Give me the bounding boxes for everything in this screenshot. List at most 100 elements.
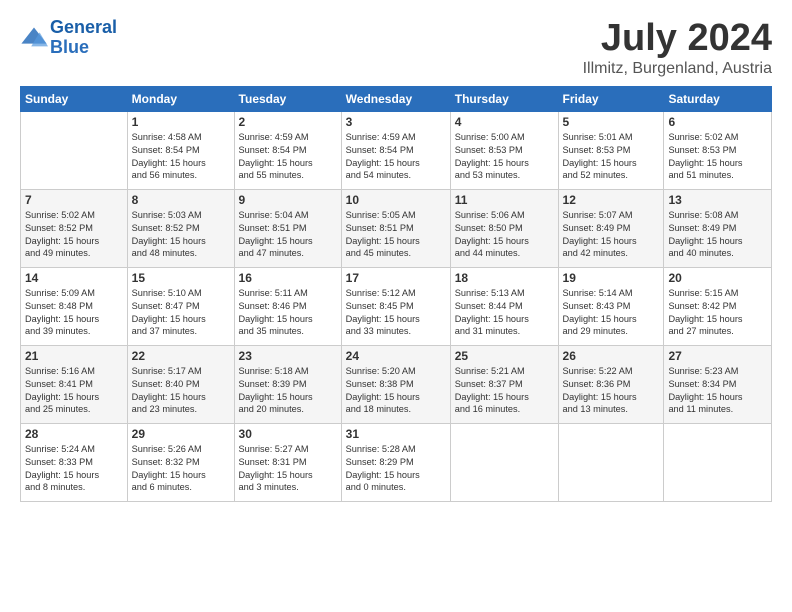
calendar-cell: 12Sunrise: 5:07 AM Sunset: 8:49 PM Dayli… [558, 189, 664, 267]
calendar-week-row: 1 Sunrise: 4:58 AM Sunset: 8:54 PM Daylig… [21, 111, 772, 189]
calendar-week-row: 7 Sunrise: 5:02 AM Sunset: 8:52 PM Daylig… [21, 189, 772, 267]
day-number: 26 [563, 349, 660, 363]
calendar-week-row: 21 Sunrise: 5:16 AM Sunset: 8:41 PM Dayli… [21, 345, 772, 423]
calendar-title: July 2024 [583, 18, 772, 60]
day-info: Sunrise: 5:14 AM Sunset: 8:43 PM Dayligh… [563, 287, 660, 339]
day-info: Sunrise: 5:00 AM Sunset: 8:53 PM Dayligh… [455, 131, 554, 183]
day-number: 19 [563, 271, 660, 285]
day-info: Sunrise: 5:24 AM Sunset: 8:33 PM Dayligh… [25, 443, 123, 495]
day-number: 13 [668, 193, 767, 207]
day-number: 17 [346, 271, 446, 285]
calendar-cell: 1 Sunrise: 4:58 AM Sunset: 8:54 PM Daylig… [127, 111, 234, 189]
calendar-cell: 11 Sunrise: 5:06 AM Sunset: 8:50 PM Dayli… [450, 189, 558, 267]
calendar-cell: 22Sunrise: 5:17 AM Sunset: 8:40 PM Dayli… [127, 345, 234, 423]
col-tuesday: Tuesday [234, 86, 341, 111]
day-number: 11 [455, 193, 554, 207]
calendar-cell [450, 423, 558, 501]
day-info: Sunrise: 5:03 AM Sunset: 8:52 PM Dayligh… [132, 209, 230, 261]
day-info: Sunrise: 5:11 AM Sunset: 8:46 PM Dayligh… [239, 287, 337, 339]
calendar-cell: 21 Sunrise: 5:16 AM Sunset: 8:41 PM Dayli… [21, 345, 128, 423]
day-info: Sunrise: 5:16 AM Sunset: 8:41 PM Dayligh… [25, 365, 123, 417]
day-number: 30 [239, 427, 337, 441]
day-number: 3 [346, 115, 446, 129]
calendar-cell: 18 Sunrise: 5:13 AM Sunset: 8:44 PM Dayli… [450, 267, 558, 345]
day-info: Sunrise: 5:13 AM Sunset: 8:44 PM Dayligh… [455, 287, 554, 339]
day-number: 20 [668, 271, 767, 285]
day-info: Sunrise: 5:10 AM Sunset: 8:47 PM Dayligh… [132, 287, 230, 339]
calendar-cell: 29Sunrise: 5:26 AM Sunset: 8:32 PM Dayli… [127, 423, 234, 501]
day-info: Sunrise: 5:20 AM Sunset: 8:38 PM Dayligh… [346, 365, 446, 417]
day-number: 31 [346, 427, 446, 441]
calendar-cell: 26 Sunrise: 5:22 AM Sunset: 8:36 PM Dayli… [558, 345, 664, 423]
day-info: Sunrise: 5:02 AM Sunset: 8:53 PM Dayligh… [668, 131, 767, 183]
day-info: Sunrise: 5:17 AM Sunset: 8:40 PM Dayligh… [132, 365, 230, 417]
day-number: 5 [563, 115, 660, 129]
title-block: July 2024 Illmitz, Burgenland, Austria [583, 18, 772, 78]
day-info: Sunrise: 5:12 AM Sunset: 8:45 PM Dayligh… [346, 287, 446, 339]
calendar-cell: 5 Sunrise: 5:01 AM Sunset: 8:53 PM Daylig… [558, 111, 664, 189]
day-info: Sunrise: 5:07 AM Sunset: 8:49 PM Dayligh… [563, 209, 660, 261]
day-number: 4 [455, 115, 554, 129]
day-number: 24 [346, 349, 446, 363]
calendar-cell [21, 111, 128, 189]
day-info: Sunrise: 5:28 AM Sunset: 8:29 PM Dayligh… [346, 443, 446, 495]
calendar-subtitle: Illmitz, Burgenland, Austria [583, 60, 772, 78]
col-thursday: Thursday [450, 86, 558, 111]
day-number: 10 [346, 193, 446, 207]
day-info: Sunrise: 5:22 AM Sunset: 8:36 PM Dayligh… [563, 365, 660, 417]
calendar-cell: 13 Sunrise: 5:08 AM Sunset: 8:49 PM Dayli… [664, 189, 772, 267]
col-wednesday: Wednesday [341, 86, 450, 111]
calendar-cell: 17 Sunrise: 5:12 AM Sunset: 8:45 PM Dayli… [341, 267, 450, 345]
calendar-cell: 27 Sunrise: 5:23 AM Sunset: 8:34 PM Dayli… [664, 345, 772, 423]
logo-text: General Blue [50, 18, 117, 58]
day-info: Sunrise: 5:23 AM Sunset: 8:34 PM Dayligh… [668, 365, 767, 417]
day-number: 15 [132, 271, 230, 285]
calendar-header-row: Sunday Monday Tuesday Wednesday Thursday… [21, 86, 772, 111]
col-monday: Monday [127, 86, 234, 111]
calendar-cell: 9Sunrise: 5:04 AM Sunset: 8:51 PM Daylig… [234, 189, 341, 267]
calendar-cell: 24 Sunrise: 5:20 AM Sunset: 8:38 PM Dayli… [341, 345, 450, 423]
calendar-cell: 20Sunrise: 5:15 AM Sunset: 8:42 PM Dayli… [664, 267, 772, 345]
col-sunday: Sunday [21, 86, 128, 111]
header: General Blue July 2024 Illmitz, Burgenla… [20, 18, 772, 78]
day-info: Sunrise: 5:06 AM Sunset: 8:50 PM Dayligh… [455, 209, 554, 261]
day-number: 21 [25, 349, 123, 363]
day-info: Sunrise: 4:58 AM Sunset: 8:54 PM Dayligh… [132, 131, 230, 183]
calendar-cell: 7 Sunrise: 5:02 AM Sunset: 8:52 PM Daylig… [21, 189, 128, 267]
calendar-table: Sunday Monday Tuesday Wednesday Thursday… [20, 86, 772, 502]
calendar-cell: 6Sunrise: 5:02 AM Sunset: 8:53 PM Daylig… [664, 111, 772, 189]
day-number: 25 [455, 349, 554, 363]
day-info: Sunrise: 5:01 AM Sunset: 8:53 PM Dayligh… [563, 131, 660, 183]
calendar-cell: 2Sunrise: 4:59 AM Sunset: 8:54 PM Daylig… [234, 111, 341, 189]
calendar-cell [558, 423, 664, 501]
logo: General Blue [20, 18, 117, 58]
day-number: 8 [132, 193, 230, 207]
logo-icon [20, 24, 48, 52]
day-number: 9 [239, 193, 337, 207]
day-number: 28 [25, 427, 123, 441]
day-number: 1 [132, 115, 230, 129]
calendar-cell: 16 Sunrise: 5:11 AM Sunset: 8:46 PM Dayli… [234, 267, 341, 345]
calendar-cell [664, 423, 772, 501]
day-number: 18 [455, 271, 554, 285]
day-number: 27 [668, 349, 767, 363]
day-number: 29 [132, 427, 230, 441]
calendar-cell: 31 Sunrise: 5:28 AM Sunset: 8:29 PM Dayli… [341, 423, 450, 501]
calendar-cell: 25Sunrise: 5:21 AM Sunset: 8:37 PM Dayli… [450, 345, 558, 423]
day-info: Sunrise: 5:08 AM Sunset: 8:49 PM Dayligh… [668, 209, 767, 261]
calendar-cell: 14 Sunrise: 5:09 AM Sunset: 8:48 PM Dayli… [21, 267, 128, 345]
day-number: 16 [239, 271, 337, 285]
calendar-cell: 30Sunrise: 5:27 AM Sunset: 8:31 PM Dayli… [234, 423, 341, 501]
day-info: Sunrise: 5:09 AM Sunset: 8:48 PM Dayligh… [25, 287, 123, 339]
calendar-cell: 10 Sunrise: 5:05 AM Sunset: 8:51 PM Dayli… [341, 189, 450, 267]
col-friday: Friday [558, 86, 664, 111]
calendar-cell: 3Sunrise: 4:59 AM Sunset: 8:54 PM Daylig… [341, 111, 450, 189]
page: General Blue July 2024 Illmitz, Burgenla… [0, 0, 792, 612]
day-info: Sunrise: 5:02 AM Sunset: 8:52 PM Dayligh… [25, 209, 123, 261]
day-info: Sunrise: 5:18 AM Sunset: 8:39 PM Dayligh… [239, 365, 337, 417]
calendar-week-row: 28 Sunrise: 5:24 AM Sunset: 8:33 PM Dayli… [21, 423, 772, 501]
calendar-cell: 23Sunrise: 5:18 AM Sunset: 8:39 PM Dayli… [234, 345, 341, 423]
day-number: 14 [25, 271, 123, 285]
day-number: 7 [25, 193, 123, 207]
day-info: Sunrise: 5:05 AM Sunset: 8:51 PM Dayligh… [346, 209, 446, 261]
